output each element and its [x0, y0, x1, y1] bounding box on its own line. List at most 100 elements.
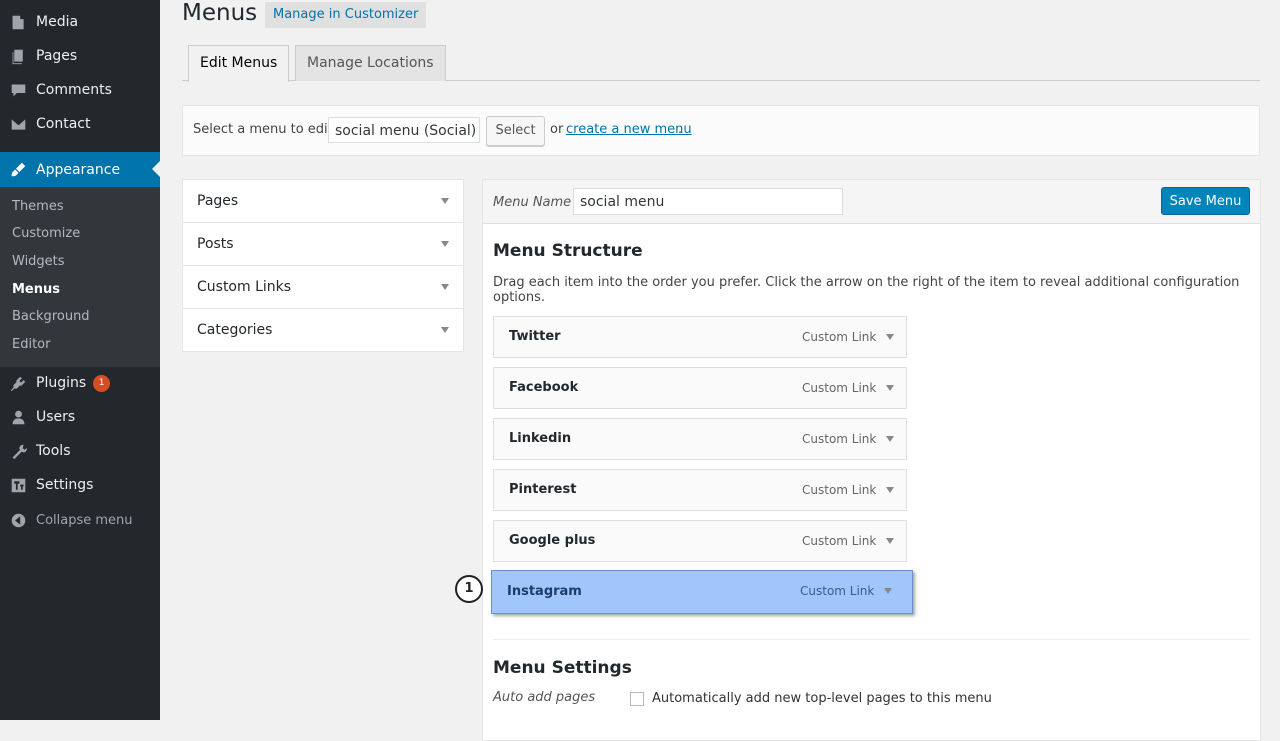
pages-icon: [9, 47, 27, 65]
menu-item-type: Custom Link: [802, 381, 877, 395]
menu-select-dropdown[interactable]: social menu (Social): [328, 117, 480, 143]
accordion-section-label: Custom Links: [197, 279, 292, 295]
menu-item-title: Instagram: [507, 584, 582, 599]
expand-arrow-icon[interactable]: [884, 588, 892, 594]
select-button[interactable]: Select: [486, 116, 545, 146]
auto-add-pages-description: Automatically add new top-level pages to…: [652, 691, 992, 706]
accordion-section-categories[interactable]: Categories: [183, 309, 463, 351]
sidebar-item-label: Appearance: [36, 161, 121, 178]
accordion-section-posts[interactable]: Posts: [183, 223, 463, 266]
expand-arrow-icon[interactable]: [886, 334, 894, 340]
step-number-marker: 1: [455, 575, 483, 603]
menu-item-linkedin[interactable]: Linkedin Custom Link: [493, 418, 907, 460]
chevron-down-icon: [441, 327, 449, 333]
menu-item-type: Custom Link: [802, 483, 877, 497]
comments-icon: [9, 81, 27, 99]
sidebar-item-tools[interactable]: Tools: [0, 434, 160, 468]
manage-in-customizer-link[interactable]: Manage in Customizer: [265, 2, 427, 28]
menu-item-title: Twitter: [509, 329, 561, 344]
chevron-down-icon: [441, 284, 449, 290]
expand-arrow-icon[interactable]: [886, 385, 894, 391]
chevron-down-icon: [441, 241, 449, 247]
add-menu-items-accordion: Pages Posts Custom Links Categories: [182, 179, 464, 352]
plugins-update-badge: 1: [93, 374, 111, 392]
or-text: or: [550, 122, 564, 137]
tools-icon: [9, 442, 27, 460]
trailing-period: .: [678, 122, 683, 137]
sidebar-item-contact[interactable]: Contact: [0, 107, 160, 141]
expand-arrow-icon[interactable]: [886, 538, 894, 544]
menu-editor-panel: Menu Name social menu Save Menu Menu Str…: [482, 179, 1261, 741]
chevron-down-icon: [441, 198, 449, 204]
submenu-item-customize[interactable]: Customize: [12, 226, 80, 241]
menu-item-title: Google plus: [509, 533, 596, 548]
settings-icon: [9, 476, 27, 494]
menu-editor-header: Menu Name social menu Save Menu: [483, 180, 1260, 224]
sidebar-item-appearance[interactable]: Appearance: [0, 152, 160, 187]
submenu-item-menus[interactable]: Menus: [12, 282, 60, 297]
select-menu-label: Select a menu to edit:: [193, 122, 338, 137]
sidebar-item-users[interactable]: Users: [0, 400, 160, 434]
menu-item-type: Custom Link: [802, 534, 877, 548]
menu-name-input[interactable]: social menu: [573, 188, 843, 215]
mail-icon: [9, 115, 27, 133]
sidebar-item-label: Pages: [36, 48, 78, 64]
menu-item-instagram[interactable]: Instagram Custom Link: [491, 570, 913, 614]
menu-item-google-plus[interactable]: Google plus Custom Link: [493, 520, 907, 562]
auto-add-pages-checkbox[interactable]: [630, 692, 644, 706]
sidebar-item-label: Settings: [36, 477, 94, 493]
expand-arrow-icon[interactable]: [886, 487, 894, 493]
sidebar-item-label: Plugins: [36, 375, 87, 391]
menu-structure-description: Drag each item into the order you prefer…: [493, 275, 1240, 305]
sidebar-item-label: Tools: [36, 443, 71, 459]
appearance-icon: [9, 161, 27, 179]
page-title: Menus: [182, 0, 258, 26]
sidebar-item-settings[interactable]: Settings: [0, 468, 160, 502]
submenu-item-editor[interactable]: Editor: [12, 337, 50, 352]
accordion-section-label: Categories: [197, 322, 273, 338]
collapse-menu-label: Collapse menu: [36, 512, 133, 528]
submenu-item-widgets[interactable]: Widgets: [12, 254, 65, 269]
select-menu-bar: Select a menu to edit: social menu (Soci…: [182, 105, 1260, 156]
appearance-submenu: Themes Customize Widgets Menus Backgroun…: [0, 187, 160, 367]
save-menu-button[interactable]: Save Menu: [1161, 187, 1250, 215]
menu-item-title: Pinterest: [509, 482, 577, 497]
plugins-icon: [9, 374, 27, 392]
accordion-section-label: Posts: [197, 236, 234, 252]
sidebar-item-plugins[interactable]: Plugins 1: [0, 366, 160, 400]
menu-item-type: Custom Link: [802, 432, 877, 446]
sidebar-item-label: Contact: [36, 116, 91, 132]
admin-sidebar: Media Pages Comments Contact Appearance …: [0, 0, 160, 720]
accordion-section-custom-links[interactable]: Custom Links: [183, 266, 463, 309]
users-icon: [9, 408, 27, 426]
tab-manage-locations[interactable]: Manage Locations: [295, 45, 446, 81]
menu-item-type: Custom Link: [800, 584, 875, 598]
accordion-section-label: Pages: [197, 193, 239, 209]
auto-add-pages-label: Auto add pages: [493, 690, 596, 705]
sidebar-item-comments[interactable]: Comments: [0, 73, 160, 107]
sidebar-item-media[interactable]: Media: [0, 5, 160, 39]
submenu-item-background[interactable]: Background: [12, 309, 90, 324]
tab-edit-menus[interactable]: Edit Menus: [188, 45, 290, 82]
menu-item-title: Facebook: [509, 380, 579, 395]
menu-name-label: Menu Name: [493, 195, 572, 210]
menu-settings-title: Menu Settings: [493, 658, 632, 678]
create-new-menu-link[interactable]: create a new menu: [566, 122, 692, 137]
collapse-icon: [9, 511, 27, 529]
media-icon: [9, 13, 27, 31]
menu-item-title: Linkedin: [509, 431, 572, 446]
expand-arrow-icon[interactable]: [886, 436, 894, 442]
menu-item-pinterest[interactable]: Pinterest Custom Link: [493, 469, 907, 511]
menu-item-type: Custom Link: [802, 330, 877, 344]
menu-item-facebook[interactable]: Facebook Custom Link: [493, 367, 907, 409]
sidebar-item-label: Users: [36, 409, 76, 425]
sidebar-item-label: Media: [36, 14, 79, 30]
collapse-menu-button[interactable]: Collapse menu: [0, 503, 160, 537]
accordion-section-pages[interactable]: Pages: [183, 180, 463, 223]
submenu-item-themes[interactable]: Themes: [12, 199, 64, 214]
menu-structure-title: Menu Structure: [493, 241, 643, 261]
sidebar-item-label: Comments: [36, 82, 112, 98]
sidebar-item-pages[interactable]: Pages: [0, 39, 160, 73]
menu-item-twitter[interactable]: Twitter Custom Link: [493, 316, 907, 358]
section-divider: [493, 639, 1250, 640]
